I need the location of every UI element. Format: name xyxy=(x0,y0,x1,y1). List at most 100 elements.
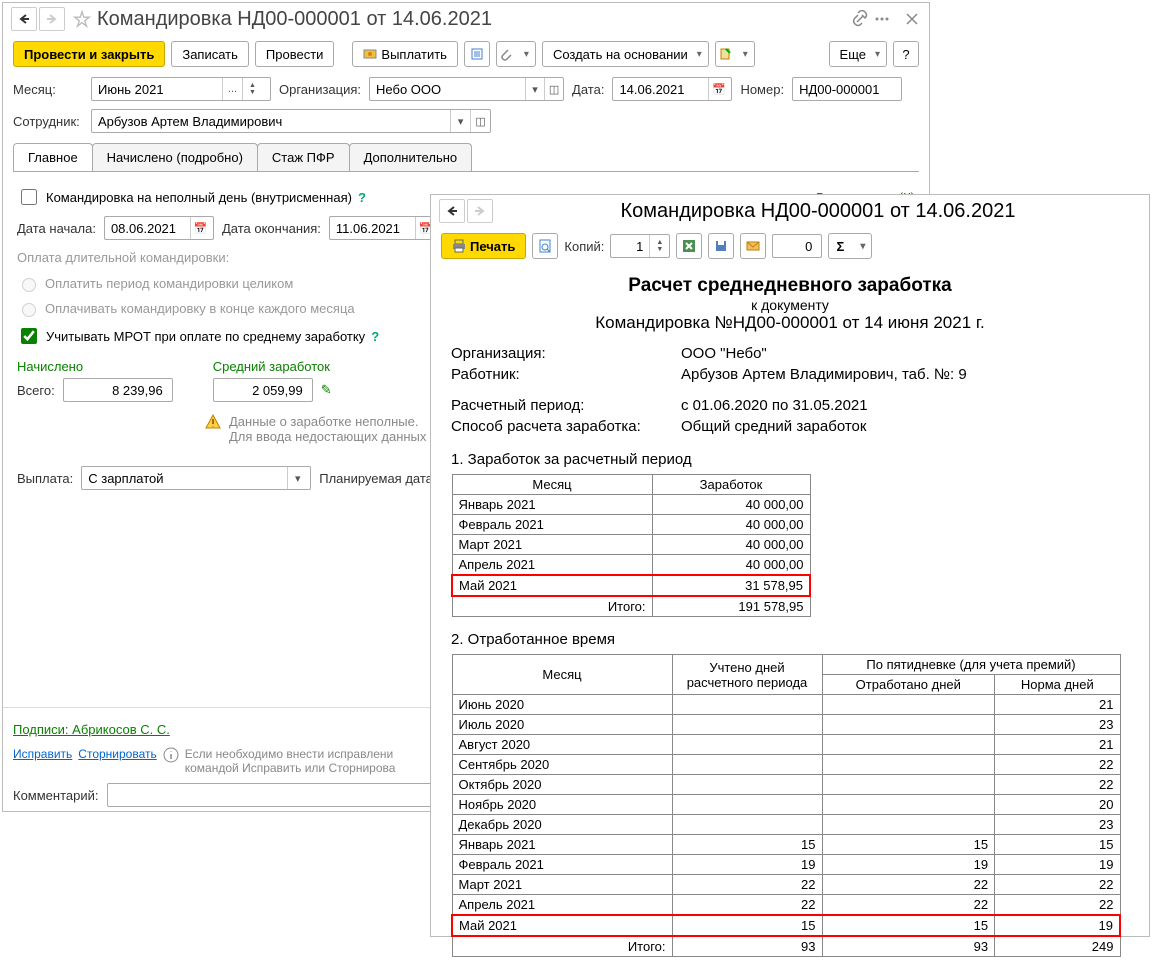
employee-dropdown[interactable]: ▾ xyxy=(450,110,470,132)
forward-button[interactable] xyxy=(39,7,65,31)
report-subtitle: к документу xyxy=(451,297,1129,313)
report-title: Расчет среднедневного заработка xyxy=(451,275,1129,297)
number-input[interactable] xyxy=(793,78,898,100)
rep-method-value: Общий средний заработок xyxy=(681,418,866,435)
help-button[interactable]: ? xyxy=(893,41,919,67)
pay-whole-radio xyxy=(22,278,36,292)
start-date-input[interactable] xyxy=(105,217,190,239)
payment-input[interactable] xyxy=(82,467,287,489)
table-row: Июль 202023 xyxy=(452,715,1120,735)
info-text: Если необходимо внести исправлени команд… xyxy=(185,747,396,775)
more-button[interactable]: Еще xyxy=(829,41,887,67)
rep-emp-label: Работник: xyxy=(451,366,681,383)
create-based-button[interactable]: Создать на основании xyxy=(542,41,709,67)
rep-org-value: ООО "Небо" xyxy=(681,345,767,362)
tab-additional[interactable]: Дополнительно xyxy=(349,143,473,171)
tab-accrued[interactable]: Начислено (подробно) xyxy=(92,143,258,171)
start-date-label: Дата начала: xyxy=(17,221,96,236)
month-clear-button[interactable]: ... xyxy=(222,78,242,100)
planned-date-label: Планируемая дата в xyxy=(319,471,443,486)
total-input[interactable] xyxy=(64,379,169,401)
date-label: Дата: xyxy=(572,82,604,97)
copies-input[interactable] xyxy=(611,235,649,257)
employee-open[interactable]: ◫ xyxy=(470,110,490,132)
print-toolbar: Печать Копий: ▲▼ Σ xyxy=(431,227,1149,265)
edit-avg-icon[interactable]: ✎ xyxy=(321,382,332,398)
month-input-group: ... ▲▼ xyxy=(91,77,271,101)
org-input[interactable] xyxy=(370,78,525,100)
employee-input[interactable] xyxy=(92,110,450,132)
money-icon xyxy=(363,47,377,61)
mrot-help-icon[interactable]: ? xyxy=(371,329,379,344)
tabs: Главное Начислено (подробно) Стаж ПФР До… xyxy=(13,143,919,172)
signatures-link[interactable]: Подписи: Абрикосов С. С. xyxy=(13,722,170,737)
favorite-icon[interactable] xyxy=(73,10,91,28)
number-label: Номер: xyxy=(740,82,784,97)
pay-button[interactable]: Выплатить xyxy=(352,41,458,67)
pay-monthly-radio xyxy=(22,303,36,317)
t2-h3b: Норма дней xyxy=(995,675,1120,695)
printer-icon xyxy=(452,239,466,253)
rep-org-label: Организация: xyxy=(451,345,681,362)
end-date-label: Дата окончания: xyxy=(222,221,321,236)
table-row: Март 2021222222 xyxy=(452,875,1120,895)
use-mrot-label: Учитывать МРОТ при оплате по среднему за… xyxy=(46,329,365,344)
close-icon[interactable] xyxy=(903,10,921,28)
end-date-input[interactable] xyxy=(330,217,415,239)
partial-day-checkbox[interactable] xyxy=(21,189,37,205)
employee-label: Сотрудник: xyxy=(13,114,83,129)
table-row: Апрель 2021222222 xyxy=(452,895,1120,916)
correct-link[interactable]: Исправить xyxy=(13,747,72,761)
more-icon[interactable] xyxy=(873,10,891,28)
warning-line1: Данные о заработке неполные. xyxy=(229,414,426,429)
org-open[interactable]: ◫ xyxy=(544,78,563,100)
avg-input[interactable] xyxy=(214,379,309,401)
payment-dropdown[interactable]: ▾ xyxy=(287,467,307,489)
report-subtitle2: Командировка №НД00-000001 от 14 июня 202… xyxy=(451,313,1129,333)
save-button[interactable]: Записать xyxy=(171,41,249,67)
table-row: Январь 202140 000,00 xyxy=(452,495,810,515)
date-input[interactable] xyxy=(613,78,708,100)
print-button[interactable]: Печать xyxy=(441,233,526,259)
submit-button[interactable]: Провести xyxy=(255,41,335,67)
table-row: Февраль 202140 000,00 xyxy=(452,515,810,535)
copies-label: Копий: xyxy=(564,239,604,254)
reverse-link[interactable]: Сторнировать xyxy=(78,747,156,761)
print-titlebar: Командировка НД00-000001 от 14.06.2021 xyxy=(431,195,1149,227)
list-button[interactable] xyxy=(464,41,490,67)
rep-emp-value: Арбузов Артем Владимирович, таб. №: 9 xyxy=(681,366,967,383)
date-calendar-button[interactable]: 📅 xyxy=(708,78,728,100)
print-back-button[interactable] xyxy=(439,199,465,223)
month-spin[interactable]: ▲▼ xyxy=(242,78,262,100)
zero-input[interactable] xyxy=(773,235,818,257)
pay-monthly-label: Оплачивать командировку в конце каждого … xyxy=(45,301,355,316)
tab-main[interactable]: Главное xyxy=(13,143,93,171)
email-button[interactable] xyxy=(740,233,766,259)
use-mrot-checkbox[interactable] xyxy=(21,328,37,344)
tab-pfr[interactable]: Стаж ПФР xyxy=(257,143,350,171)
start-calendar-button[interactable]: 📅 xyxy=(190,217,210,239)
month-input[interactable] xyxy=(92,78,222,100)
excel-button[interactable] xyxy=(676,233,702,259)
report-button[interactable] xyxy=(715,41,755,67)
preview-button[interactable] xyxy=(532,233,558,259)
employee-input-group: ▾ ◫ xyxy=(91,109,491,133)
partial-day-help-icon[interactable]: ? xyxy=(358,190,366,205)
pay-whole-label: Оплатить период командировки целиком xyxy=(45,276,293,291)
sigma-button[interactable]: Σ xyxy=(828,233,872,259)
print-forward-button[interactable] xyxy=(467,199,493,223)
copies-spin[interactable]: ▲▼ xyxy=(649,235,669,257)
table-total-row: Итого:9393249 xyxy=(452,936,1120,957)
titlebar: Командировка НД00-000001 от 14.06.2021 xyxy=(3,3,929,35)
back-button[interactable] xyxy=(11,7,37,31)
link-icon[interactable] xyxy=(851,10,869,28)
table-row: Декабрь 202023 xyxy=(452,815,1120,835)
table-total-row: Итого:191 578,95 xyxy=(452,596,810,617)
attach-button[interactable] xyxy=(496,41,536,67)
table-row: Март 202140 000,00 xyxy=(452,535,810,555)
rep-period-label: Расчетный период: xyxy=(451,397,681,414)
submit-close-button[interactable]: Провести и закрыть xyxy=(13,41,165,67)
save-file-button[interactable] xyxy=(708,233,734,259)
org-dropdown[interactable]: ▾ xyxy=(525,78,544,100)
t1-h1: Месяц xyxy=(452,475,652,495)
